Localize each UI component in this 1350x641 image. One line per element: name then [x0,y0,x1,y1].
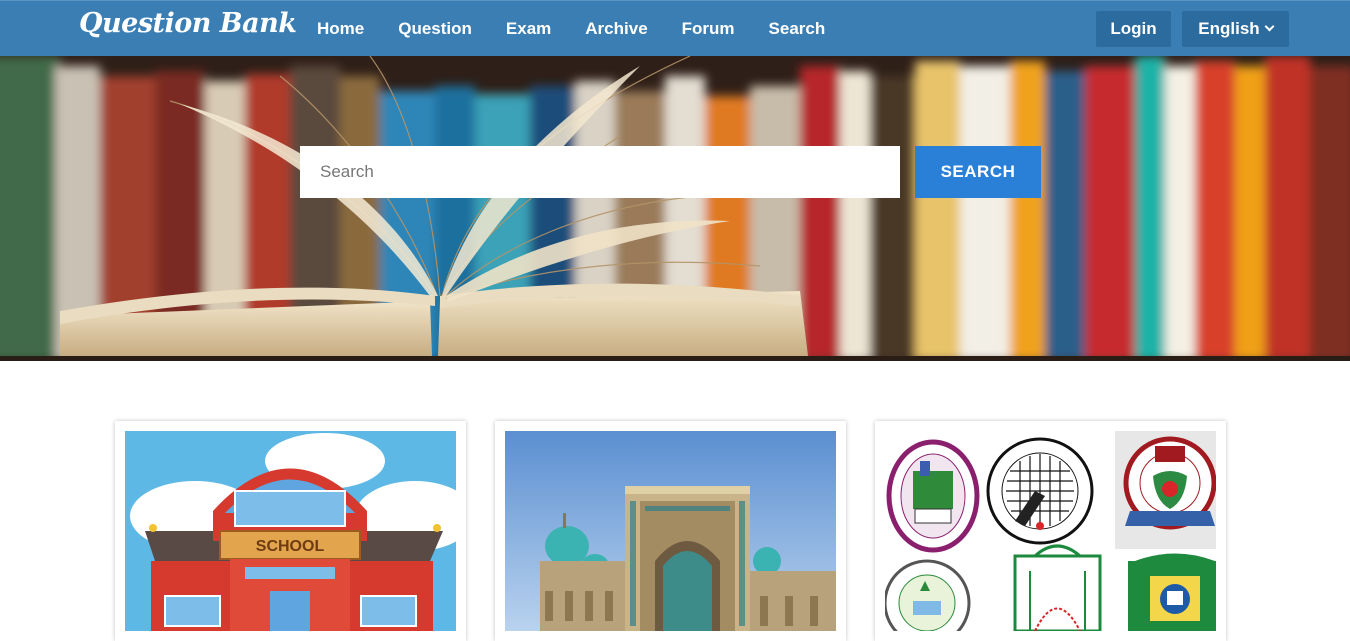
nav-forum[interactable]: Forum [665,19,752,39]
category-card-school[interactable]: SCHOOL [115,421,466,641]
nav-menu: Home Question Exam Archive Forum Search [300,1,842,57]
bookshelf-background-image [0,56,1350,361]
login-button[interactable]: Login [1096,11,1171,47]
nav-home[interactable]: Home [300,19,381,39]
nav-search[interactable]: Search [752,19,843,39]
language-label: English [1198,19,1260,38]
search-input[interactable] [300,146,900,198]
education-board-logos-image [885,431,1216,631]
nav-question[interactable]: Question [381,19,489,39]
school-sign-text: SCHOOL [256,538,325,555]
category-card-madrasa[interactable] [495,421,846,641]
category-card-education-boards[interactable] [875,421,1226,641]
brand-logo[interactable]: Question Bank [79,8,297,39]
chevron-down-icon [1264,21,1275,32]
nav-archive[interactable]: Archive [568,19,664,39]
school-image: SCHOOL [125,431,456,631]
hero-banner: SEARCH [0,56,1350,361]
nav-exam[interactable]: Exam [489,19,568,39]
search-button[interactable]: SEARCH [915,146,1041,198]
board-logo-sylhet [886,439,980,553]
language-dropdown[interactable]: English [1182,11,1289,47]
top-navbar: Question Bank Home Question Exam Archive… [0,0,1350,56]
login-label: Login [1110,19,1157,38]
madrasa-image [505,431,836,631]
